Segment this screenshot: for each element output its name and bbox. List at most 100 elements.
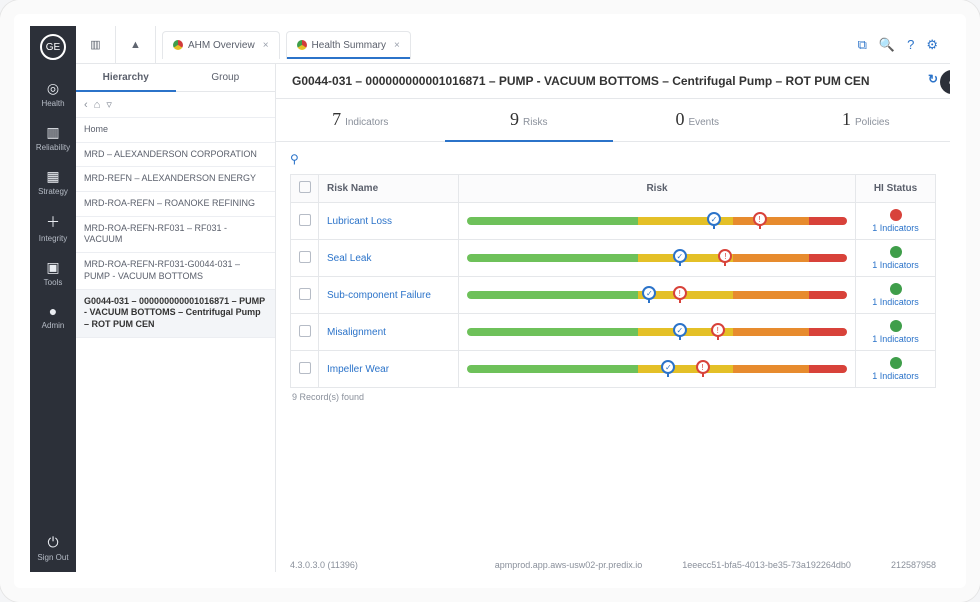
risk-marker-current-icon: ✓ — [707, 212, 721, 226]
chevron-back-icon[interactable]: ‹ — [84, 99, 88, 111]
nav-label: Sign Out — [37, 553, 68, 562]
table-row: Misalignment ✓! 1 Indicators — [291, 314, 936, 351]
nav-reliability[interactable]: ▥Reliability — [30, 118, 76, 162]
risk-gauge: ✓! — [467, 254, 847, 262]
close-icon[interactable]: × — [394, 40, 400, 51]
table-row: Sub-component Failure ✓! 1 Indicators — [291, 277, 936, 314]
tree-item[interactable]: MRD-REFN – ALEXANDERSON ENERGY — [76, 167, 275, 192]
risk-name-cell: Lubricant Loss — [319, 203, 459, 240]
hi-indicator-link[interactable]: 1 Indicators — [864, 334, 927, 344]
module-icon-2[interactable]: ▲ — [116, 26, 156, 63]
hi-indicator-link[interactable]: 1 Indicators — [864, 260, 927, 270]
power-icon: ⏻ — [30, 534, 76, 551]
tab-label: AHM Overview — [188, 40, 255, 51]
funnel-icon[interactable]: ▿ — [106, 98, 112, 111]
help-icon[interactable]: ? — [907, 37, 914, 53]
nav-strategy[interactable]: ▦Strategy — [30, 162, 76, 206]
risk-gauge: ✓! — [467, 328, 847, 336]
risk-name-cell: Misalignment — [319, 314, 459, 351]
metric-value: 9 — [510, 109, 519, 129]
nav-tools[interactable]: ▣Tools — [30, 253, 76, 297]
tree-item[interactable]: MRD-ROA-REFN-RF031-G0044-031 – PUMP - VA… — [76, 253, 275, 289]
gear-icon[interactable]: ⚙ — [926, 37, 938, 53]
content: G0044-031 – 000000000001016871 – PUMP - … — [276, 64, 950, 572]
row-checkbox[interactable] — [291, 277, 319, 314]
risk-name-cell: Seal Leak — [319, 240, 459, 277]
tree-item-selected[interactable]: G0044-031 – 000000000001016871 – PUMP - … — [76, 290, 275, 338]
nav-health[interactable]: ◎ Health — [30, 74, 76, 118]
refresh-icon[interactable]: ↻ — [928, 72, 938, 86]
hi-status-cell: 1 Indicators — [856, 240, 936, 277]
top-tools: ⧉ 🔍 ? ⚙ — [858, 37, 950, 53]
tree-item[interactable]: MRD-ROA-REFN-RF031 – RF031 - VACUUM — [76, 217, 275, 253]
tab-hierarchy[interactable]: Hierarchy — [76, 64, 176, 92]
close-icon[interactable]: × — [263, 40, 269, 51]
metric-policies[interactable]: 1Policies — [782, 99, 951, 142]
nav-admin[interactable]: ●Admin — [30, 297, 76, 340]
tab-health-summary[interactable]: Health Summary × — [286, 31, 411, 59]
hierarchy-toolbar: ‹ ⌂ ▿ — [76, 92, 275, 118]
metric-label: Risks — [523, 117, 547, 128]
row-checkbox[interactable] — [291, 314, 319, 351]
tree-item[interactable]: MRD – ALEXANDERSON CORPORATION — [76, 143, 275, 168]
tab-group[interactable]: Group — [176, 64, 276, 92]
metric-value: 1 — [842, 109, 851, 129]
table-row: Seal Leak ✓! 1 Indicators — [291, 240, 936, 277]
status-dot-icon — [297, 40, 307, 50]
metric-label: Indicators — [345, 117, 388, 128]
col-hi-status[interactable]: HI Status — [856, 175, 936, 203]
metric-risks[interactable]: 9 Risks — [445, 99, 614, 142]
host: apmprod.app.aws-usw02-pr.predix.io — [495, 560, 643, 570]
risk-gauge: ✓! — [467, 217, 847, 225]
metric-events[interactable]: 0Events — [613, 99, 782, 142]
row-checkbox[interactable] — [291, 203, 319, 240]
risk-marker-current-icon: ✓ — [673, 323, 687, 337]
tree-home[interactable]: Home — [76, 118, 275, 143]
expand-handle-icon[interactable]: ◐ — [940, 70, 950, 94]
dashboard-icon[interactable]: ⧉ — [858, 37, 867, 53]
nav-label: Tools — [44, 278, 63, 287]
filter-icon[interactable]: ⌂ — [94, 99, 101, 111]
risk-marker-current-icon: ✓ — [642, 286, 656, 300]
col-checkbox[interactable] — [291, 175, 319, 203]
col-risk[interactable]: Risk — [459, 175, 856, 203]
hi-indicator-link[interactable]: 1 Indicators — [864, 371, 927, 381]
nav-label: Health — [41, 99, 64, 108]
col-risk-name[interactable]: Risk Name — [319, 175, 459, 203]
hi-indicator-link[interactable]: 1 Indicators — [864, 223, 927, 233]
search-icon[interactable]: 🔍 — [879, 37, 895, 53]
health-icon: ◎ — [30, 80, 76, 97]
nav-integrity[interactable]: ＋Integrity — [30, 206, 76, 253]
topbar: ▥ ▲ AHM Overview × Health Summary × ⧉ 🔍 ? … — [76, 26, 950, 64]
risk-gauge-cell: ✓! — [459, 351, 856, 388]
risk-link[interactable]: Seal Leak — [327, 253, 371, 264]
metric-indicators[interactable]: 7 Indicators — [276, 99, 445, 142]
admin-icon: ● — [30, 303, 76, 319]
risk-marker-limit-icon: ! — [753, 212, 767, 226]
hi-status-cell: 1 Indicators — [856, 203, 936, 240]
risk-link[interactable]: Sub-component Failure — [327, 290, 431, 301]
risk-link[interactable]: Misalignment — [327, 327, 386, 338]
tree-item[interactable]: MRD-ROA-REFN – ROANOKE REFINING — [76, 192, 275, 217]
row-checkbox[interactable] — [291, 351, 319, 388]
risk-link[interactable]: Impeller Wear — [327, 364, 389, 375]
hi-indicator-link[interactable]: 1 Indicators — [864, 297, 927, 307]
status-dot-icon — [890, 320, 902, 332]
risk-name-cell: Sub-component Failure — [319, 277, 459, 314]
brand-logo[interactable]: GE — [40, 34, 66, 60]
table-toolbar-icon[interactable]: ⚲ — [290, 152, 936, 166]
row-checkbox[interactable] — [291, 240, 319, 277]
hi-status-cell: 1 Indicators — [856, 314, 936, 351]
hierarchy-panel: Hierarchy Group ‹ ⌂ ▿ Home MRD – ALEXAND… — [76, 64, 276, 572]
session-id: 1eeecc51-bfa5-4013-be35-73a192264db0 — [682, 560, 851, 570]
risk-gauge: ✓! — [467, 291, 847, 299]
risk-link[interactable]: Lubricant Loss — [327, 216, 392, 227]
metric-value: 7 — [332, 109, 341, 129]
risk-marker-limit-icon: ! — [673, 286, 687, 300]
nav-signout[interactable]: ⏻ Sign Out — [30, 528, 76, 572]
tab-label: Health Summary — [312, 40, 386, 51]
module-icon-1[interactable]: ▥ — [76, 26, 116, 63]
tab-ahm-overview[interactable]: AHM Overview × — [162, 31, 280, 59]
table-row: Lubricant Loss ✓! 1 Indicators — [291, 203, 936, 240]
risk-marker-current-icon: ✓ — [661, 360, 675, 374]
